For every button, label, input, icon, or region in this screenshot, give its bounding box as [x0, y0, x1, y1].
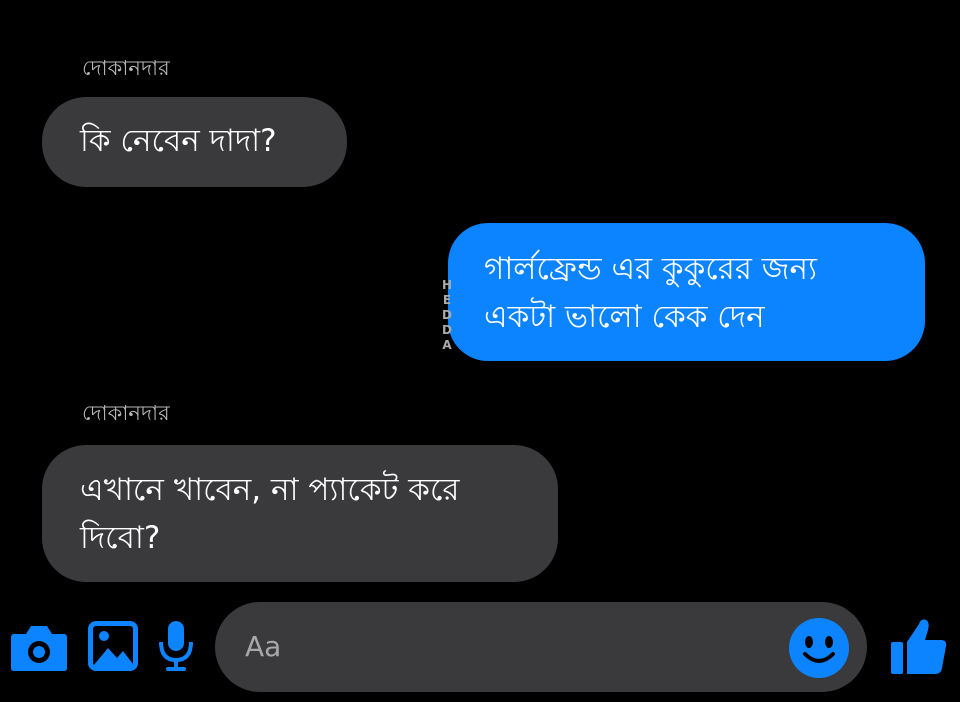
microphone-icon[interactable] — [158, 620, 194, 672]
message-text: কি নেবেন দাদা? — [80, 123, 277, 159]
emoji-icon[interactable] — [788, 617, 850, 679]
sender-name: দোকানদার — [82, 401, 170, 425]
watermark: H E D D A — [441, 278, 453, 352]
camera-icon[interactable] — [10, 622, 68, 672]
message-input-placeholder: Aa — [245, 630, 282, 663]
message-text-line: গার্লফ্রেন্ড এর কুকুরের জন্য — [484, 251, 817, 287]
message-text-line: দিবো? — [80, 520, 161, 556]
message-input[interactable]: Aa — [215, 602, 867, 692]
incoming-message-bubble[interactable]: এখানে খাবেন, না প্যাকেট করে দিবো? — [42, 445, 558, 582]
thumbs-up-icon[interactable] — [889, 616, 949, 676]
message-text-line: একটা ভালো কেক দেন — [484, 299, 765, 335]
message-text-line: এখানে খাবেন, না প্যাকেট করে — [80, 472, 460, 508]
sender-name: দোকানদার — [82, 56, 170, 80]
incoming-message-bubble[interactable]: কি নেবেন দাদা? — [42, 97, 347, 187]
outgoing-message-bubble[interactable]: গার্লফ্রেন্ড এর কুকুরের জন্য একটা ভালো ক… — [448, 223, 925, 361]
image-icon[interactable] — [87, 620, 139, 672]
